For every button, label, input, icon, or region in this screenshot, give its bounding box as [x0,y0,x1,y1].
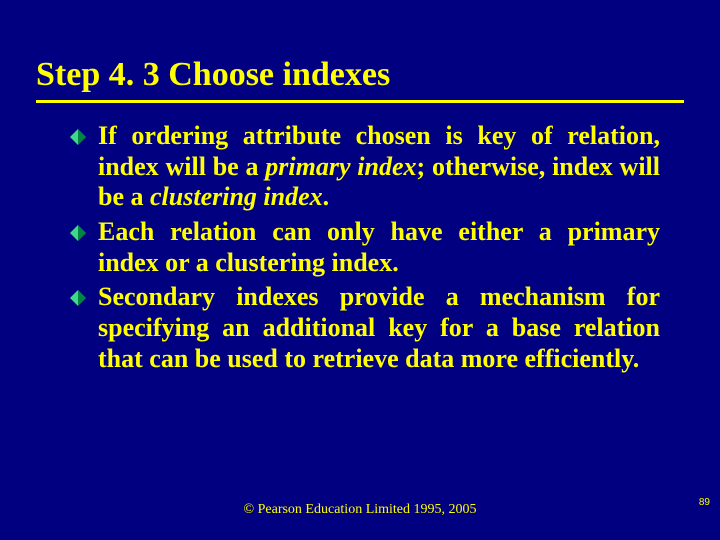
diamond-bullet-icon [70,290,88,308]
bullet-text: If ordering attribute chosen is key of r… [98,121,660,213]
page-number: 89 [699,497,710,508]
bullet-text: Secondary indexes provide a mechanism fo… [98,282,660,374]
bullet-item: Each relation can only have either a pri… [70,217,660,278]
copyright-footer: © Pearson Education Limited 1995, 2005 [0,502,720,518]
diamond-bullet-icon [70,225,88,243]
bullet-text: Each relation can only have either a pri… [98,217,660,278]
bullet-item: Secondary indexes provide a mechanism fo… [70,282,660,374]
slide-body: If ordering attribute chosen is key of r… [32,121,688,374]
bullet-item: If ordering attribute chosen is key of r… [70,121,660,213]
diamond-bullet-icon [70,129,88,147]
slide: Step 4. 3 Choose indexes If ordering att… [0,0,720,540]
slide-title: Step 4. 3 Choose indexes [36,56,684,103]
